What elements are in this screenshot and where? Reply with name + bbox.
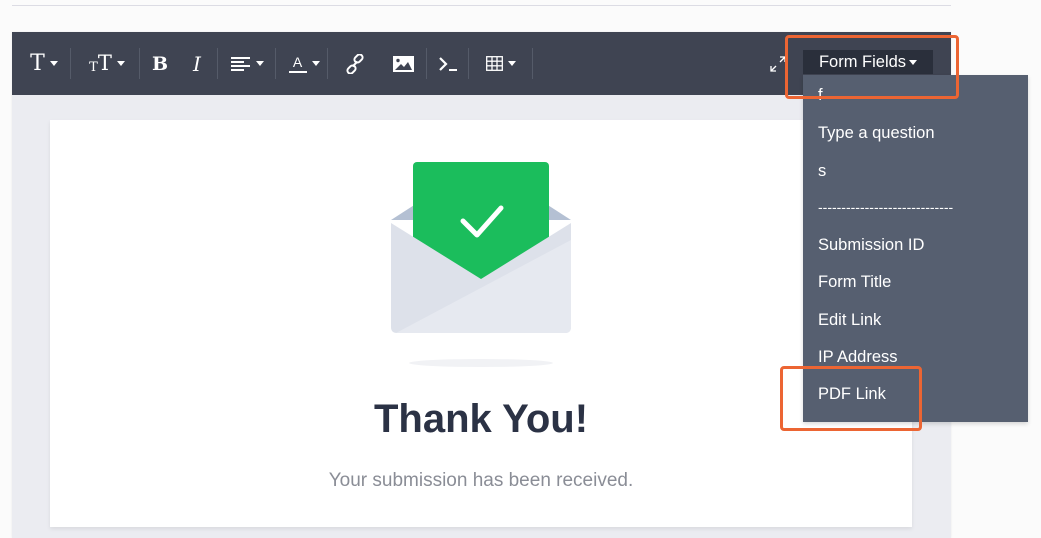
italic-button[interactable]: I bbox=[187, 48, 207, 79]
chevron-down-icon bbox=[255, 61, 264, 66]
menu-item-field-f[interactable]: f bbox=[818, 86, 823, 105]
font-family-button[interactable]: T bbox=[24, 48, 64, 79]
text-color-icon: A bbox=[288, 53, 307, 73]
menu-item-type-a-question[interactable]: Type a question bbox=[818, 124, 935, 143]
toolbar-separator bbox=[327, 48, 328, 79]
text-color-underline bbox=[288, 70, 307, 73]
menu-item-field-s[interactable]: s bbox=[818, 162, 826, 181]
toolbar-separator bbox=[70, 48, 71, 79]
chevron-down-icon bbox=[49, 61, 58, 66]
menu-item-form-title[interactable]: Form Title bbox=[818, 273, 891, 292]
align-button[interactable] bbox=[227, 48, 267, 79]
toolbar-separator bbox=[217, 48, 218, 79]
toolbar-separator bbox=[275, 48, 276, 79]
bold-button[interactable]: B bbox=[150, 48, 170, 79]
page: T TT B I A Thank You! Your submission ha… bbox=[0, 0, 1041, 538]
toolbar-separator bbox=[426, 48, 427, 79]
table-icon bbox=[486, 56, 503, 71]
align-left-icon bbox=[230, 56, 250, 71]
chevron-down-icon bbox=[311, 61, 320, 66]
font-size-button[interactable]: TT bbox=[84, 48, 130, 79]
expand-icon bbox=[770, 55, 786, 72]
form-fields-dropdown-button[interactable]: Form Fields bbox=[803, 50, 933, 74]
fullscreen-button[interactable] bbox=[768, 48, 788, 79]
link-button[interactable] bbox=[344, 48, 366, 79]
bold-icon: B bbox=[151, 52, 169, 75]
confirmation-message: Your submission has been received. bbox=[328, 470, 634, 491]
menu-separator: ----------------------------- bbox=[818, 199, 954, 215]
envelope-check-icon bbox=[391, 162, 571, 367]
italic-icon: I bbox=[193, 51, 201, 76]
email-preview-canvas[interactable]: Thank You! Your submission has been rece… bbox=[50, 120, 912, 527]
toolbar-separator bbox=[139, 48, 140, 79]
toolbar-separator bbox=[468, 48, 469, 79]
chevron-down-icon bbox=[116, 61, 125, 66]
form-fields-menu: f Type a question s --------------------… bbox=[803, 75, 1028, 422]
menu-item-submission-id[interactable]: Submission ID bbox=[818, 236, 924, 255]
menu-item-pdf-link[interactable]: PDF Link bbox=[818, 385, 886, 404]
chevron-down-icon bbox=[909, 59, 918, 65]
menu-item-ip-address[interactable]: IP Address bbox=[818, 348, 898, 367]
chevron-down-icon bbox=[508, 61, 516, 66]
form-fields-label: Form Fields bbox=[818, 52, 907, 71]
text-color-button[interactable]: A bbox=[287, 48, 321, 79]
font-size-icon: TT bbox=[89, 51, 112, 75]
thank-you-title: Thank You! bbox=[373, 397, 589, 441]
top-divider bbox=[12, 5, 951, 6]
table-button[interactable] bbox=[482, 48, 520, 79]
menu-item-edit-link[interactable]: Edit Link bbox=[818, 311, 881, 330]
font-size-small-glyph: T bbox=[89, 60, 98, 75]
terminal-icon bbox=[439, 56, 457, 71]
font-size-big-glyph: T bbox=[97, 51, 112, 75]
code-button[interactable] bbox=[437, 48, 459, 79]
image-icon bbox=[392, 55, 414, 72]
text-color-glyph: A bbox=[292, 53, 303, 70]
font-family-icon: T bbox=[30, 50, 45, 76]
toolbar-separator bbox=[532, 48, 533, 79]
link-icon bbox=[346, 53, 364, 74]
image-button[interactable] bbox=[392, 48, 414, 79]
